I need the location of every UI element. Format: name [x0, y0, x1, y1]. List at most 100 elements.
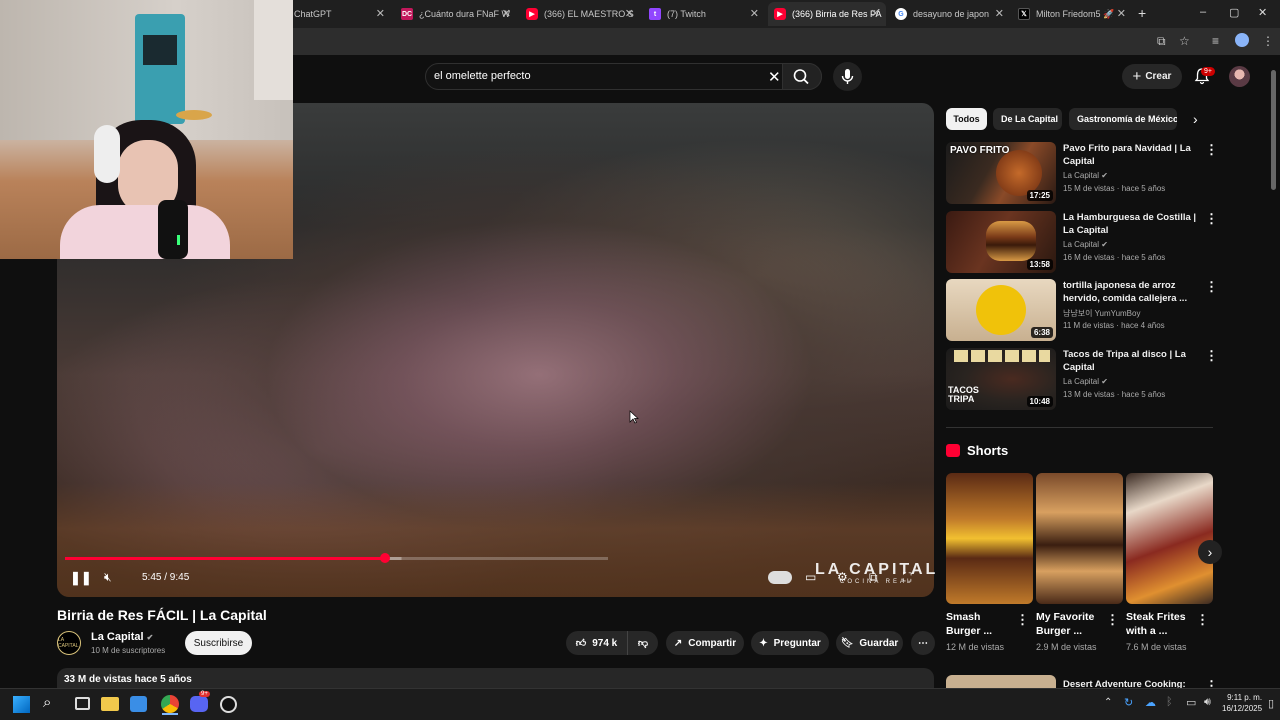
browser-tab[interactable]: t (7) Twitch ✕ [643, 2, 765, 26]
close-tab-icon[interactable]: ✕ [750, 8, 759, 20]
short-thumbnail[interactable] [1126, 473, 1213, 604]
more-vertical-icon[interactable]: ⋮ [1016, 612, 1029, 628]
search-input[interactable]: el omelette perfecto [434, 70, 531, 82]
discord-icon[interactable] [190, 696, 208, 712]
chevron-right-icon[interactable]: › [1193, 111, 1198, 127]
sync-icon[interactable]: ↻ [1124, 696, 1133, 709]
more-vertical-icon[interactable]: ⋮ [1205, 348, 1218, 364]
related-video-thumbnail[interactable]: 6:38 [946, 279, 1056, 341]
tab-label: ¿Cuánto dura FNaF W [419, 9, 511, 19]
volume-icon[interactable]: 🔊︎ [1204, 696, 1211, 709]
cast-icon[interactable]: ⧉ [1157, 34, 1166, 49]
related-video-title[interactable]: tortilla japonesa de arroz hervido, comi… [1063, 279, 1203, 305]
close-tab-icon[interactable]: ✕ [502, 8, 511, 20]
browser-tab[interactable]: DC ¿Cuánto dura FNaF W ✕ [395, 2, 517, 26]
related-video-title[interactable]: La Hamburguesa de Costilla | La Capital [1063, 211, 1203, 237]
autoplay-toggle[interactable] [768, 571, 792, 584]
network-icon[interactable]: ▭ [1186, 696, 1196, 709]
close-tab-icon[interactable]: ✕ [995, 8, 1004, 20]
clear-search-icon[interactable]: ✕ [768, 68, 781, 86]
system-clock[interactable]: 9:11 p. m. 16/12/2025 [1222, 692, 1262, 714]
user-avatar[interactable] [1229, 66, 1250, 87]
mute-icon[interactable]: 🔇︎ [104, 570, 112, 585]
short-thumbnail[interactable] [1036, 473, 1123, 604]
share-label: Compartir [688, 637, 737, 649]
related-video-thumbnail[interactable]: PAVO FRITO 17:25 [946, 142, 1056, 204]
channel-avatar[interactable]: LA CAPITAL [57, 631, 81, 655]
close-tab-icon[interactable]: ✕ [871, 8, 880, 20]
more-vertical-icon[interactable]: ⋮ [1196, 612, 1209, 628]
channel-name[interactable]: La Capital ✔ [91, 631, 153, 643]
related-video-thumbnail[interactable]: 13:58 [946, 211, 1056, 273]
task-view-icon[interactable] [75, 697, 90, 710]
short-views: 12 M de vistas [946, 642, 1005, 652]
more-vertical-icon[interactable]: ⋮ [1205, 142, 1218, 158]
browser-menu-icon[interactable]: ⋮ [1262, 34, 1274, 48]
short-views: 2.9 M de vistas [1036, 642, 1097, 652]
search-box[interactable]: el omelette perfecto ✕ [425, 63, 822, 90]
more-vertical-icon[interactable]: ⋮ [1205, 211, 1218, 227]
minimize-button[interactable]: – [1200, 6, 1206, 18]
file-explorer-icon[interactable] [101, 697, 119, 711]
subscribe-button[interactable]: Suscribirse [185, 631, 252, 655]
x-icon: 𝕏 [1018, 8, 1030, 20]
browser-tab[interactable]: ChatGPT ✕ [288, 2, 391, 26]
video-duration: 6:38 [1030, 327, 1053, 338]
close-window-button[interactable]: ✕ [1258, 6, 1267, 19]
chip-gastronomia[interactable]: Gastronomía de México [1069, 108, 1177, 130]
short-thumbnail[interactable] [946, 473, 1033, 604]
shorts-next-button[interactable]: › [1198, 540, 1222, 564]
video-watermark-subtitle: COCINA REAL [840, 579, 914, 585]
bluetooth-icon[interactable]: ᛒ [1166, 696, 1173, 708]
close-tab-icon[interactable]: ✕ [376, 8, 385, 20]
browser-tab[interactable]: ▶ (366) EL MAESTRO S ✕ [520, 2, 640, 26]
like-button[interactable]: 👍︎ 974 k [566, 631, 627, 655]
media-controls-icon[interactable]: ≡ [1212, 34, 1219, 48]
short-title[interactable]: Smash Burger ... [946, 610, 1016, 638]
bookmark-star-icon[interactable]: ☆ [1179, 34, 1190, 48]
more-actions-button[interactable]: ⋯ [911, 631, 935, 655]
save-button[interactable]: 🔖︎ Guardar [836, 631, 903, 655]
page-scrollbar[interactable] [1271, 70, 1276, 190]
browser-tab[interactable]: 𝕏 Milton Friedom5 🚀 ✕ [1012, 2, 1132, 26]
new-tab-button[interactable]: + [1138, 5, 1146, 21]
short-title[interactable]: My Favorite Burger ... [1036, 610, 1106, 638]
related-video-title[interactable]: Tacos de Tripa al disco | La Capital [1063, 348, 1203, 374]
cloud-icon[interactable]: ☁ [1145, 696, 1156, 709]
create-button[interactable]: + Crear [1122, 64, 1182, 89]
windows-start-icon[interactable] [13, 696, 30, 713]
app-icon[interactable] [220, 696, 237, 713]
related-video-thumbnail[interactable]: TACOS TRIPA 10:48 [946, 348, 1056, 410]
store-icon[interactable] [130, 696, 147, 712]
close-tab-icon[interactable]: ✕ [1117, 8, 1126, 20]
voice-search-button[interactable] [833, 62, 862, 91]
view-count-and-date: 33 M de vistas hace 5 años [64, 674, 192, 685]
sparkle-icon: ✦ [759, 637, 768, 649]
notification-center-icon[interactable]: ▯ [1268, 697, 1274, 710]
profile-icon[interactable] [1235, 33, 1249, 47]
search-button[interactable] [782, 63, 822, 90]
pause-icon[interactable]: ❚❚ [70, 570, 92, 586]
more-vertical-icon[interactable]: ⋮ [1106, 612, 1119, 628]
browser-tab[interactable]: G desayuno de japon ✕ [889, 2, 1010, 26]
thumbnail-tortillas [954, 350, 1050, 362]
tab-label: desayuno de japon [913, 9, 990, 19]
related-video-channel: La Capital ✔ [1063, 240, 1108, 249]
short-title[interactable]: Steak Frites with a ... [1126, 610, 1196, 638]
related-video-thumbnail[interactable] [946, 675, 1056, 688]
time-display: 5:45 / 9:45 [142, 572, 190, 583]
close-tab-icon[interactable]: ✕ [625, 8, 634, 20]
plus-icon: + [1132, 68, 1142, 85]
taskbar-search-icon[interactable]: ⌕ [43, 694, 51, 711]
related-video-title[interactable]: Pavo Frito para Navidad | La Capital [1063, 142, 1203, 168]
dislike-button[interactable]: 👎︎ [627, 631, 658, 655]
chip-de-la-capital[interactable]: De La Capital [993, 108, 1062, 130]
show-hidden-icons-icon[interactable]: ⌃ [1104, 697, 1112, 708]
browser-tab-active[interactable]: ▶ (366) Birria de Res FÁ ✕ [768, 2, 886, 26]
ask-button[interactable]: ✦ Preguntar [751, 631, 829, 655]
chrome-icon[interactable] [161, 695, 179, 713]
more-vertical-icon[interactable]: ⋮ [1205, 279, 1218, 295]
share-button[interactable]: ↗ Compartir [666, 631, 744, 655]
chip-todos[interactable]: Todos [946, 108, 987, 130]
maximize-button[interactable]: ▢ [1229, 6, 1239, 19]
